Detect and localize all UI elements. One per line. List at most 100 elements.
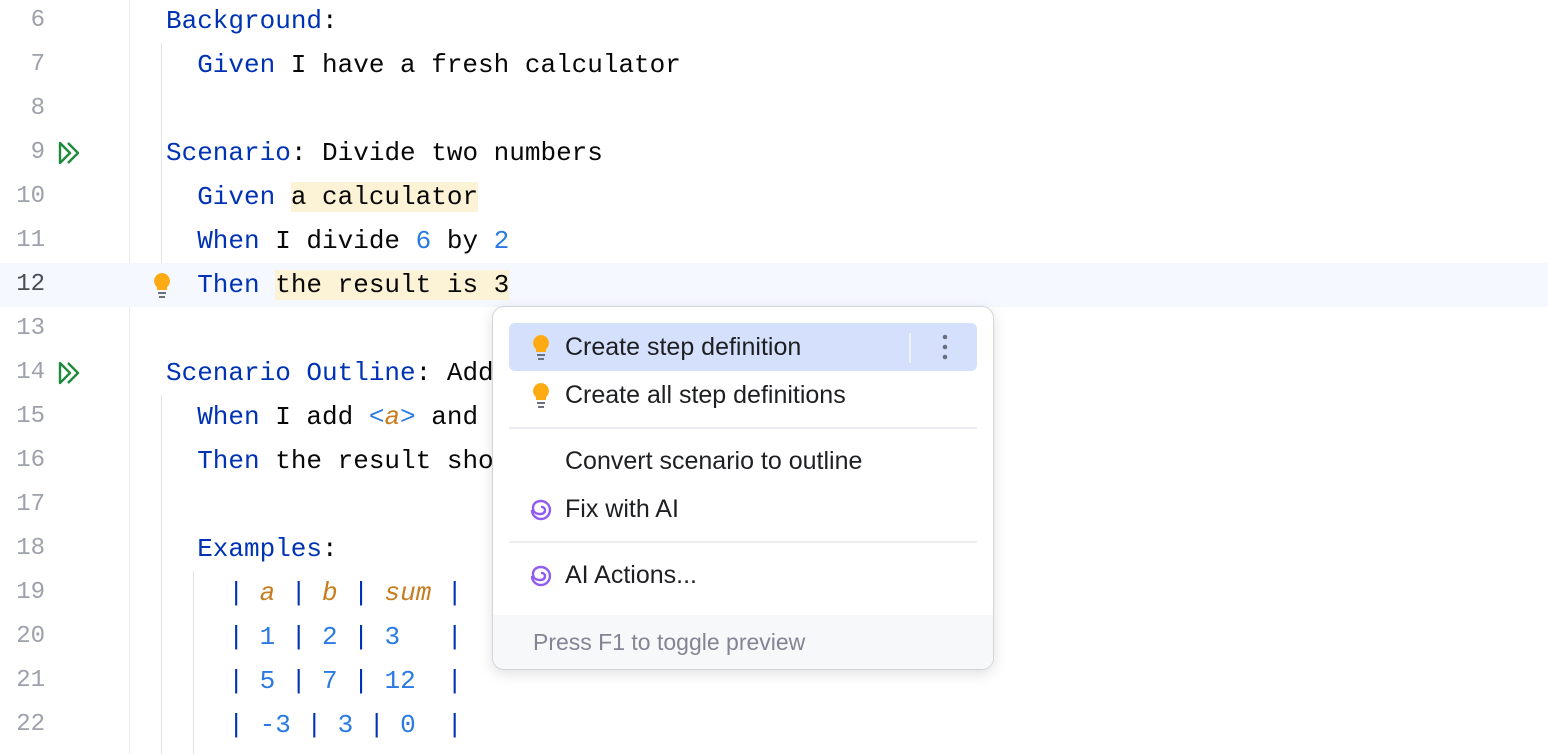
whitespace <box>275 578 291 608</box>
whitespace <box>416 710 447 740</box>
code-text: | 5 | 7 | 12 | <box>228 659 462 703</box>
menu-item-fix-with-ai[interactable]: Fix with AI <box>509 485 977 533</box>
lightbulb-icon <box>527 333 555 361</box>
whitespace: | <box>228 710 244 740</box>
code-line[interactable]: 12 Then the result is 3 <box>0 263 1548 307</box>
code-line[interactable]: 10Given a calculator <box>0 175 1548 219</box>
run-scenario-icon[interactable] <box>56 139 84 167</box>
table-pipe: | <box>447 710 463 740</box>
code-token: I have a fresh calculator <box>275 50 681 80</box>
table-pipe: | <box>291 578 307 608</box>
lightbulb-icon[interactable] <box>148 271 176 299</box>
code-token: the result sho <box>260 446 494 476</box>
whitespace <box>338 578 354 608</box>
popup-footer: Press F1 to toggle preview <box>493 615 993 669</box>
line-number: 16 <box>0 439 45 483</box>
line-number: 18 <box>0 527 45 571</box>
table-cell: 2 <box>322 622 338 652</box>
whitespace <box>260 270 276 300</box>
code-text: Scenario: Divide two numbers <box>166 131 603 175</box>
whitespace <box>275 182 291 212</box>
line-number: 8 <box>0 87 45 131</box>
code-line[interactable]: 11 When I divide 6 by 2 <box>0 219 1548 263</box>
gherkin-keyword: Examples <box>197 534 322 564</box>
code-text: Given a calculator <box>197 175 478 219</box>
whitespace <box>338 622 354 652</box>
whitespace <box>275 666 291 696</box>
step-number: 2 <box>494 226 510 256</box>
code-text: Then the result is 3 <box>197 263 509 307</box>
whitespace <box>322 710 338 740</box>
ai-spiral-icon <box>527 495 555 523</box>
whitespace: | <box>228 622 244 652</box>
step-number: 6 <box>416 226 432 256</box>
code-line[interactable]: 7 Given I have a fresh calculator <box>0 43 1548 87</box>
table-pipe: | <box>369 710 385 740</box>
line-number: 19 <box>0 571 45 615</box>
whitespace <box>369 666 385 696</box>
line-number: 12 <box>0 263 45 307</box>
code-line[interactable]: 6 Background: <box>0 0 1548 43</box>
line-number: 9 <box>0 131 45 175</box>
gherkin-keyword: When <box>197 402 259 432</box>
code-token: I add <box>260 402 369 432</box>
lightbulb-icon <box>527 381 555 409</box>
table-pipe: | <box>353 622 369 652</box>
gherkin-keyword: Scenario <box>166 138 291 168</box>
gherkin-keyword: Then <box>197 446 259 476</box>
line-number: 13 <box>0 307 45 351</box>
outline-parameter: a <box>384 402 400 432</box>
whitespace: | <box>228 578 244 608</box>
code-line[interactable]: 9 Scenario: Divide two numbers <box>0 131 1548 175</box>
line-number: 6 <box>0 0 45 43</box>
menu-separator <box>509 427 977 429</box>
whitespace <box>369 622 385 652</box>
whitespace <box>306 622 322 652</box>
table-cell: 1 <box>260 622 276 652</box>
whitespace <box>369 578 385 608</box>
whitespace <box>431 578 447 608</box>
table-pipe: | <box>447 622 463 652</box>
line-number: 14 <box>0 351 45 395</box>
more-options-icon[interactable] <box>931 329 959 365</box>
menu-item-convert-scenario-to-outline[interactable]: Convert scenario to outline <box>509 437 977 485</box>
code-token: : Add <box>416 358 494 388</box>
whitespace <box>244 710 260 740</box>
menu-item-label: Create step definition <box>565 323 801 371</box>
whitespace: | <box>228 666 244 696</box>
whitespace <box>353 710 369 740</box>
code-line[interactable]: 22| -3 | 3 | 0 | <box>0 703 1548 747</box>
line-number: 17 <box>0 483 45 527</box>
line-number: 7 <box>0 43 45 87</box>
code-token: < <box>369 402 385 432</box>
run-scenario-icon[interactable] <box>56 359 84 387</box>
table-header-cell: a <box>260 578 276 608</box>
divider <box>909 333 911 363</box>
code-line[interactable]: 8 <box>0 87 1548 131</box>
table-pipe: | <box>447 578 463 608</box>
code-token: : <box>322 6 338 36</box>
line-number: 11 <box>0 219 45 263</box>
footer-hint: Press F1 to toggle preview <box>533 615 805 669</box>
code-text: When I divide 6 by 2 <box>197 219 509 263</box>
table-cell: 0 <box>400 710 416 740</box>
code-text: | a | b | sum | <box>228 571 462 615</box>
gherkin-keyword: Given <box>197 50 275 80</box>
menu-item-ai-actions[interactable]: AI Actions... <box>509 551 977 599</box>
whitespace <box>244 622 260 652</box>
table-cell: 7 <box>322 666 338 696</box>
table-cell: 3 <box>384 622 400 652</box>
whitespace <box>291 710 307 740</box>
code-token: > <box>400 402 416 432</box>
code-text: Given I have a fresh calculator <box>197 43 681 87</box>
code-token: and <box>416 402 478 432</box>
gherkin-keyword: Background <box>166 6 322 36</box>
menu-item-create-step-definition[interactable]: Create step definition <box>509 323 977 371</box>
code-text: Then the result sho <box>197 439 493 483</box>
menu-item-create-all-step-definitions[interactable]: Create all step definitions <box>509 371 977 419</box>
intention-actions-popup: Create step definition Create all step d… <box>492 306 994 670</box>
whitespace <box>338 666 354 696</box>
whitespace <box>306 578 322 608</box>
undefined-step-highlight: the result is 3 <box>275 270 509 300</box>
whitespace <box>400 622 447 652</box>
